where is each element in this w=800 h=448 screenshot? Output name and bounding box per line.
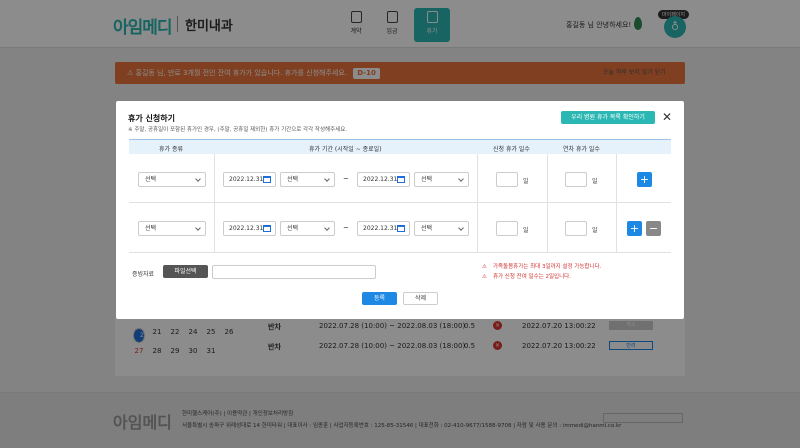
chevron-down-icon <box>458 225 464 231</box>
column-header: 휴가 기간 (시작일 ~ 종료일) <box>309 146 382 153</box>
submit-button[interactable]: 등록 <box>362 292 397 305</box>
file-name-field[interactable] <box>212 265 376 279</box>
table-header: 휴가 종류 휴가 기간 (시작일 ~ 종료일) 신청 휴가 일수 연차 휴가 일… <box>129 139 671 154</box>
divider <box>616 154 617 253</box>
warning-message: ⚠ 가족돌봄휴가는 최대 3일까지 설정 가능합니다. <box>482 264 602 270</box>
calendar-icon[interactable] <box>263 225 271 232</box>
divider <box>477 154 478 253</box>
delete-button[interactable]: 삭제 <box>403 292 438 305</box>
requested-days-input[interactable] <box>496 172 518 187</box>
file-select-button[interactable]: 파일선택 <box>163 265 208 278</box>
view-vacation-list-button[interactable]: 우리 병원 휴가 목록 확인하기 <box>561 111 655 124</box>
add-row-button[interactable]: + <box>637 172 652 187</box>
end-date-input[interactable]: 2022.12.31 <box>357 221 410 236</box>
modal-subtitle: ※ 주말, 공휴일이 포함된 휴가인 경우, (주말, 공휴일 제외한) 휴가 … <box>128 127 348 133</box>
range-separator: ~ <box>343 224 349 232</box>
close-icon[interactable]: ✕ <box>662 110 672 124</box>
start-time-select[interactable]: 선택 <box>280 221 335 236</box>
divider <box>214 154 215 253</box>
warning-icon: ⚠ <box>482 264 487 270</box>
end-time-select[interactable]: 선택 <box>414 221 469 236</box>
requested-days-input[interactable] <box>496 221 518 236</box>
calendar-icon[interactable] <box>397 176 405 183</box>
vacation-request-modal: 휴가 신청하기 ※ 주말, 공휴일이 포함된 휴가인 경우, (주말, 공휴일 … <box>116 101 684 319</box>
file-label: 증빙자료 <box>132 271 155 278</box>
warning-message: ⚠ 휴가 신청 잔여 일수는 2일입니다. <box>482 274 571 280</box>
end-date-input[interactable]: 2022.12.31 <box>357 172 410 187</box>
calendar-icon[interactable] <box>263 176 271 183</box>
day-unit: 일 <box>523 227 529 234</box>
column-header: 휴가 종류 <box>159 146 183 153</box>
remove-row-button[interactable]: − <box>646 221 661 236</box>
range-separator: ~ <box>343 175 349 183</box>
column-header: 신청 휴가 일수 <box>493 146 530 153</box>
calendar-icon[interactable] <box>397 225 405 232</box>
annual-days-input[interactable] <box>565 221 587 236</box>
modal-title: 휴가 신청하기 <box>128 114 175 123</box>
add-row-button[interactable]: + <box>627 221 642 236</box>
day-unit: 일 <box>592 178 598 185</box>
divider <box>547 154 548 253</box>
column-header: 연차 휴가 일수 <box>563 146 600 153</box>
vacation-type-select[interactable]: 선택 <box>138 221 206 236</box>
start-time-select[interactable]: 선택 <box>280 172 335 187</box>
day-unit: 일 <box>523 178 529 185</box>
annual-days-input[interactable] <box>565 172 587 187</box>
start-date-input[interactable]: 2022.12.31 <box>223 172 276 187</box>
warning-icon: ⚠ <box>482 274 487 280</box>
chevron-down-icon <box>324 225 330 231</box>
chevron-down-icon <box>195 176 201 182</box>
chevron-down-icon <box>324 176 330 182</box>
day-unit: 일 <box>592 227 598 234</box>
start-date-input[interactable]: 2022.12.31 <box>223 221 276 236</box>
end-time-select[interactable]: 선택 <box>414 172 469 187</box>
chevron-down-icon <box>195 225 201 231</box>
vacation-type-select[interactable]: 선택 <box>138 172 206 187</box>
chevron-down-icon <box>458 176 464 182</box>
